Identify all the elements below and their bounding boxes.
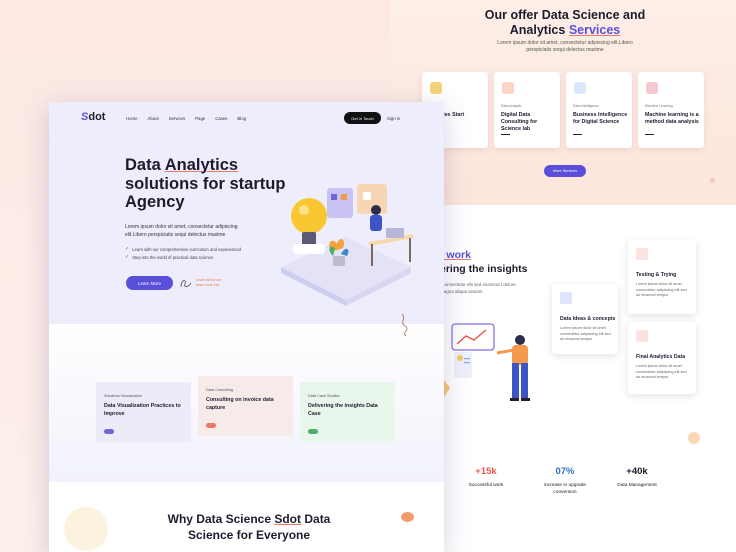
check-icon: ✓ xyxy=(125,246,130,252)
why-title: Why Data Science Sdot Data Science for E… xyxy=(167,512,331,542)
arrow-icon xyxy=(573,134,582,135)
process-card[interactable]: Testing & Trying Lorem ipsum dolor sit a… xyxy=(628,240,696,314)
document-icon xyxy=(430,82,442,94)
nav-about[interactable]: About xyxy=(147,116,158,121)
nav-blog[interactable]: Blog xyxy=(237,116,246,121)
feature-card[interactable]: Data Case Studies Delivering the insight… xyxy=(300,382,395,442)
hero-description: Lorem ipsum dolor sit amet, consectetur … xyxy=(125,224,238,238)
hero-illustration xyxy=(281,184,413,306)
arrow-icon xyxy=(308,429,318,434)
hero-title: Data Analytics solutions for startup Age… xyxy=(125,156,286,211)
pie-chart-icon xyxy=(502,82,514,94)
nav-cases[interactable]: Cases xyxy=(215,116,227,121)
service-card[interactable]: Data Analytic Digital Data Consulting fo… xyxy=(494,72,560,148)
stat-item: 07% increase in upgrade conversion xyxy=(543,466,587,495)
brain-icon xyxy=(574,82,586,94)
stat-item: +15k Successful work xyxy=(468,466,504,488)
learn-more-button[interactable]: Learn More xyxy=(126,276,173,290)
arrow-icon xyxy=(645,134,654,135)
testing-icon xyxy=(636,248,648,260)
analytics-icon xyxy=(636,330,648,342)
squiggle-arrow-icon xyxy=(180,280,192,288)
process-card[interactable]: Final Analytics Data Lorem ipsum dolor s… xyxy=(628,322,696,394)
stat-item: +40k Data Management xyxy=(617,466,657,488)
offer-subtitle: Lorem ipsum dolor sit amet, consectetur … xyxy=(497,40,633,53)
nav-page[interactable]: Page xyxy=(195,116,205,121)
process-card[interactable]: Data Ideas & concepts Lorem ipsum dolor … xyxy=(552,284,618,354)
work-subtitle: t consectetur elit sed eiusmod t dolore … xyxy=(440,282,516,294)
front-mockup: Sdot Home About Services Page Cases Blog… xyxy=(49,102,444,552)
check-item: ✓ Step into the world of practical data s… xyxy=(125,254,215,260)
service-card[interactable]: Machine Learning Machine learning is a m… xyxy=(638,72,704,148)
decor-squiggle xyxy=(401,313,408,337)
nav-home[interactable]: Home xyxy=(126,116,137,121)
service-card[interactable]: Data Intelligence Business Intelligence … xyxy=(566,72,632,148)
check-item: ✓ Learn with our comprehensive curriculum… xyxy=(125,246,241,252)
decor-dot xyxy=(688,432,700,444)
arrow-icon xyxy=(206,423,216,428)
feature-card[interactable]: Solutions Visualization Data Visualizati… xyxy=(96,382,191,442)
more-services-button[interactable]: More Services xyxy=(544,165,586,177)
decor-dot xyxy=(710,178,715,183)
logo[interactable]: Sdot xyxy=(81,111,105,123)
decor-circle xyxy=(64,507,108,551)
arrow-icon xyxy=(104,429,114,434)
arrow-icon xyxy=(501,134,510,135)
hero-section: Sdot Home About Services Page Cases Blog… xyxy=(49,102,444,324)
decor-leaf xyxy=(401,512,414,522)
sign-in-link[interactable]: Sign in xyxy=(387,116,400,121)
offer-title: Our offer Data Science and Analytics Ser… xyxy=(484,8,646,37)
get-in-touch-button[interactable]: Get in Touch xyxy=(344,112,381,124)
feature-card[interactable]: Data Consulting Consulting on invoice da… xyxy=(198,376,293,436)
main-nav: Home About Services Page Cases Blog xyxy=(126,116,246,121)
robot-icon xyxy=(646,82,658,94)
check-icon: ✓ xyxy=(125,254,130,260)
presenter-illustration xyxy=(442,323,530,401)
hero-note: Learn About our team work this xyxy=(196,278,222,287)
nav-services[interactable]: Services xyxy=(169,116,185,121)
work-title: t work ering the insights xyxy=(440,249,528,275)
brain-icon xyxy=(560,292,572,304)
